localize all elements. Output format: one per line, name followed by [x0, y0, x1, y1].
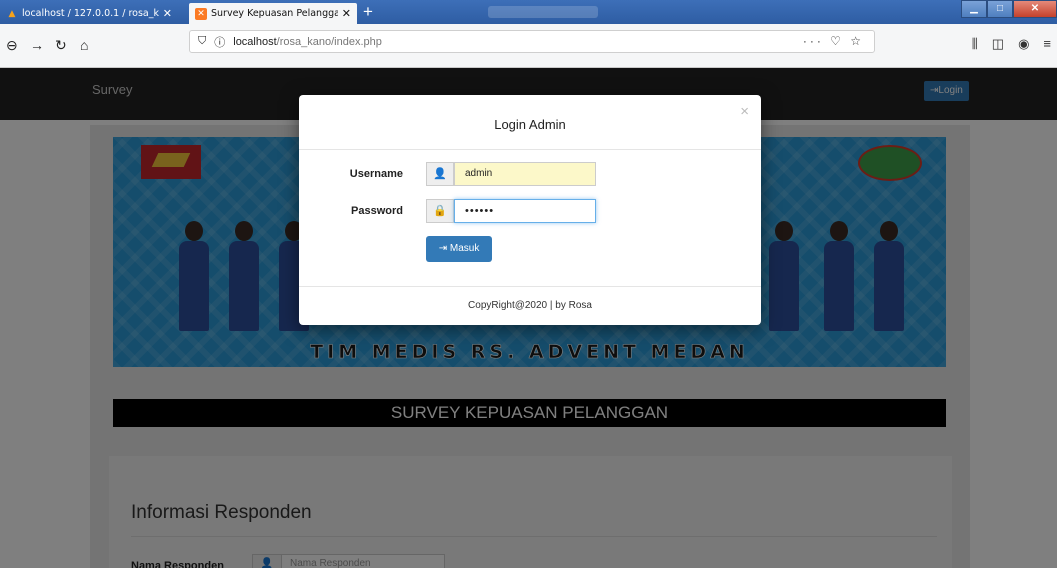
maximize-icon[interactable]: □: [987, 0, 1013, 18]
forward-icon[interactable]: →: [30, 34, 44, 56]
menu-icon[interactable]: ≡: [1043, 36, 1051, 52]
login-icon: ⇥: [438, 243, 450, 254]
modal-title: Login Admin: [494, 117, 566, 132]
close-window-icon[interactable]: ✕: [1013, 0, 1057, 18]
browser-navbar: ⊖ → ↻ ⌂ ⛉ ⓘ localhost/rosa_kano/index.ph…: [0, 24, 1057, 68]
extension-icon[interactable]: ◉: [1018, 36, 1029, 52]
close-icon[interactable]: ×: [740, 103, 749, 120]
tab-title: Survey Kepuasan Pelanggan De: [211, 8, 338, 19]
home-icon[interactable]: ⌂: [80, 34, 88, 56]
username-input[interactable]: admin: [454, 162, 596, 186]
divider: [299, 286, 761, 287]
reload-icon[interactable]: ↻: [55, 34, 67, 56]
library-icon[interactable]: ⫼: [972, 36, 978, 52]
username-label: Username: [349, 168, 403, 180]
web-page: Survey ⇥Login TIM MEDIS RS. ADVENT MEDAN…: [0, 68, 1057, 568]
close-tab-icon[interactable]: ✕: [163, 7, 172, 20]
browser-tab-strip: ▲ localhost / 127.0.0.1 / rosa_kan ✕ ✕ S…: [0, 0, 1057, 24]
back-icon[interactable]: ⊖: [6, 34, 18, 56]
password-input[interactable]: ••••••: [454, 199, 596, 223]
masuk-button[interactable]: ⇥ Masuk: [426, 236, 492, 262]
url-host: localhost: [233, 35, 277, 48]
page-actions[interactable]: ··· ♡ ☆: [803, 34, 864, 48]
info-icon[interactable]: ⓘ: [214, 34, 225, 50]
xampp-icon: ✕: [195, 7, 207, 20]
window-controls: ▁ □ ✕: [961, 0, 1057, 18]
modal-footer: CopyRight@2020 | by Rosa: [468, 300, 592, 311]
password-label: Password: [351, 205, 403, 217]
divider: [299, 149, 761, 150]
lock-icon: 🔒: [426, 199, 454, 223]
minimize-icon[interactable]: ▁: [961, 0, 987, 18]
tab-title: localhost / 127.0.0.1 / rosa_kan: [22, 8, 159, 19]
sidebar-icon[interactable]: ◫: [992, 36, 1004, 52]
user-icon: 👤: [426, 162, 454, 186]
tab-survey[interactable]: ✕ Survey Kepuasan Pelanggan De ✕: [189, 3, 357, 24]
login-modal: Login Admin × Username 👤 admin Password …: [299, 95, 761, 325]
url-path: /rosa_kano/index.php: [276, 35, 382, 48]
shield-icon[interactable]: ⛉: [198, 35, 206, 48]
phpmyadmin-icon: ▲: [8, 8, 16, 19]
close-tab-icon[interactable]: ✕: [342, 7, 351, 20]
toolbar-right: ⫼ ◫ ◉ ≡: [972, 36, 1051, 52]
new-tab-icon[interactable]: +: [363, 2, 373, 22]
address-bar[interactable]: ⛉ ⓘ localhost/rosa_kano/index.php ··· ♡ …: [189, 30, 875, 53]
blurred-window-title: [488, 6, 598, 18]
tab-phpmyadmin[interactable]: ▲ localhost / 127.0.0.1 / rosa_kan ✕: [0, 3, 178, 24]
